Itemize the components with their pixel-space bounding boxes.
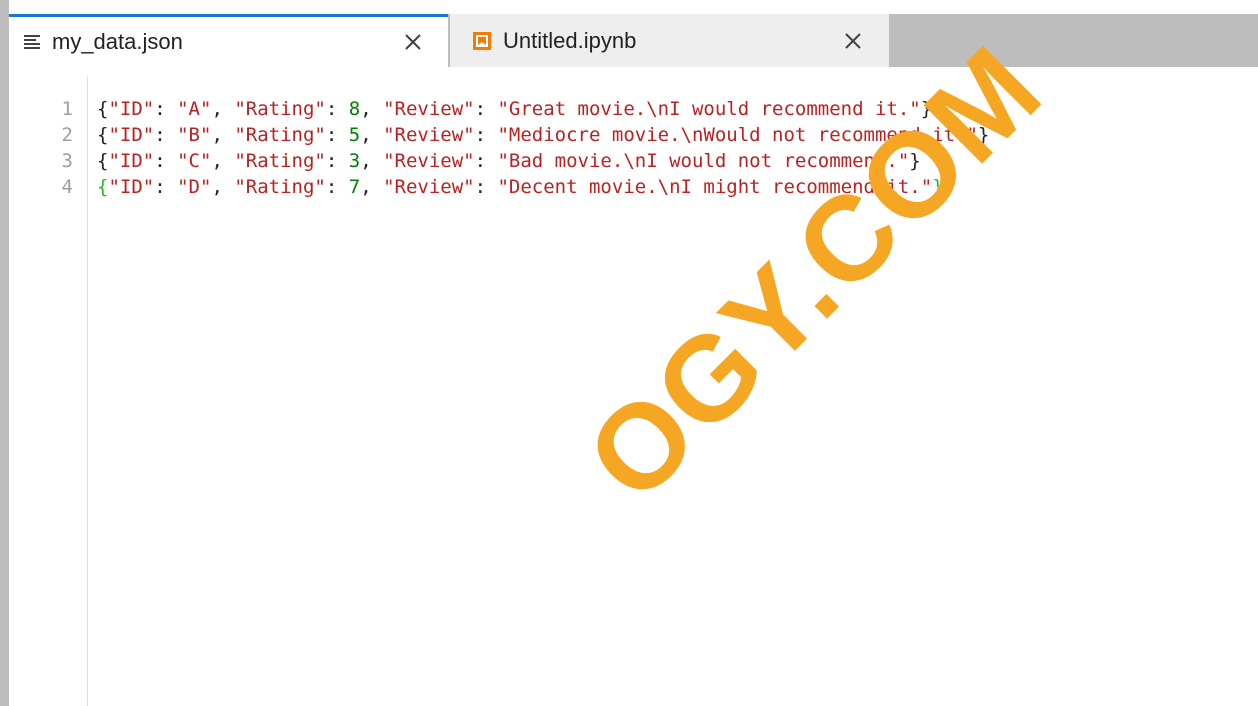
string-token: "ID" [108, 176, 155, 198]
code-line[interactable]: {"ID": "A", "Rating": 8, "Review": "Grea… [97, 96, 932, 122]
punctuation-token: { [97, 124, 109, 146]
line-number: 4 [61, 176, 73, 198]
punctuation-token: , [211, 124, 235, 146]
line-number: 1 [61, 98, 73, 120]
tab-label: Untitled.ipynb [503, 27, 637, 53]
code-editor[interactable]: 1 2 3 4 {"ID": "A", "Rating": 8, "Review… [9, 76, 1258, 706]
tab-untitled-ipynb[interactable]: Untitled.ipynb [450, 14, 889, 67]
string-token: "Review" [383, 124, 475, 146]
code-line[interactable]: {"ID": "D", "Rating": 7, "Review": "Dece… [97, 174, 947, 200]
tab-label: my_data.json [52, 29, 183, 54]
close-icon[interactable] [842, 30, 864, 52]
number-token: 8 [348, 98, 361, 120]
text-file-icon [21, 31, 43, 53]
punctuation-token: : [325, 150, 349, 172]
editor-window: my_data.json Untitled.ipynb 1 2 3 4 {"ID… [0, 0, 1258, 706]
matched-bracket-token: { [97, 176, 109, 198]
punctuation-token: , [360, 124, 384, 146]
number-token: 3 [348, 150, 361, 172]
punctuation-token: { [97, 150, 109, 172]
code-line[interactable]: {"ID": "B", "Rating": 5, "Review": "Medi… [97, 122, 989, 148]
tab-bar-top-strip [9, 0, 1258, 14]
line-number: 2 [61, 124, 73, 146]
code-area[interactable]: {"ID": "A", "Rating": 8, "Review": "Grea… [88, 76, 1258, 706]
punctuation-token: : [325, 98, 349, 120]
punctuation-token: : [325, 124, 349, 146]
punctuation-token: } [977, 124, 990, 146]
string-token: "D" [177, 176, 212, 198]
close-icon[interactable] [402, 31, 424, 53]
punctuation-token: , [211, 176, 235, 198]
number-token: 5 [348, 124, 361, 146]
string-token: "Review" [383, 98, 475, 120]
punctuation-token: , [211, 98, 235, 120]
string-token: "Great movie.\nI would recommend it." [497, 98, 921, 120]
string-token: "Mediocre movie.\nWould not recommend it… [497, 124, 978, 146]
matched-bracket-token: } [932, 176, 944, 198]
string-token: "Rating" [234, 98, 326, 120]
string-token: "Review" [383, 176, 475, 198]
string-token: "C" [177, 150, 212, 172]
string-token: "Rating" [234, 150, 326, 172]
punctuation-token: : [325, 176, 349, 198]
punctuation-token: } [920, 98, 933, 120]
punctuation-token: : [474, 98, 498, 120]
punctuation-token: : [474, 176, 498, 198]
string-token: "A" [177, 98, 212, 120]
string-token: "ID" [108, 98, 155, 120]
tab-my-data-json[interactable]: my_data.json [9, 14, 448, 67]
notebook-icon [471, 30, 493, 52]
punctuation-token: , [360, 176, 384, 198]
string-token: "Review" [383, 150, 475, 172]
punctuation-token: { [97, 98, 109, 120]
punctuation-token: } [909, 150, 921, 172]
tab-bar-bottom-spacer [9, 67, 1258, 76]
punctuation-token: , [211, 150, 235, 172]
punctuation-token: : [154, 124, 178, 146]
tab-bar-empty-area [889, 14, 1258, 67]
punctuation-token: : [154, 98, 178, 120]
string-token: "ID" [108, 150, 155, 172]
punctuation-token: : [474, 124, 498, 146]
string-token: "ID" [108, 124, 155, 146]
punctuation-token: : [474, 150, 498, 172]
string-token: "B" [177, 124, 212, 146]
punctuation-token: , [360, 98, 384, 120]
string-token: "Rating" [234, 176, 326, 198]
punctuation-token: : [154, 176, 178, 198]
punctuation-token: : [154, 150, 178, 172]
code-line[interactable]: {"ID": "C", "Rating": 3, "Review": "Bad … [97, 148, 921, 174]
number-token: 7 [348, 176, 361, 198]
string-token: "Bad movie.\nI would not recommend." [497, 150, 910, 172]
line-number: 3 [61, 150, 73, 172]
line-number-gutter: 1 2 3 4 [9, 76, 88, 706]
text-cursor [944, 174, 947, 198]
string-token: "Rating" [234, 124, 326, 146]
string-token: "Decent movie.\nI might recommend it." [497, 176, 933, 198]
left-panel-border [0, 0, 9, 706]
tab-bar: my_data.json Untitled.ipynb [9, 0, 1258, 76]
punctuation-token: , [360, 150, 384, 172]
